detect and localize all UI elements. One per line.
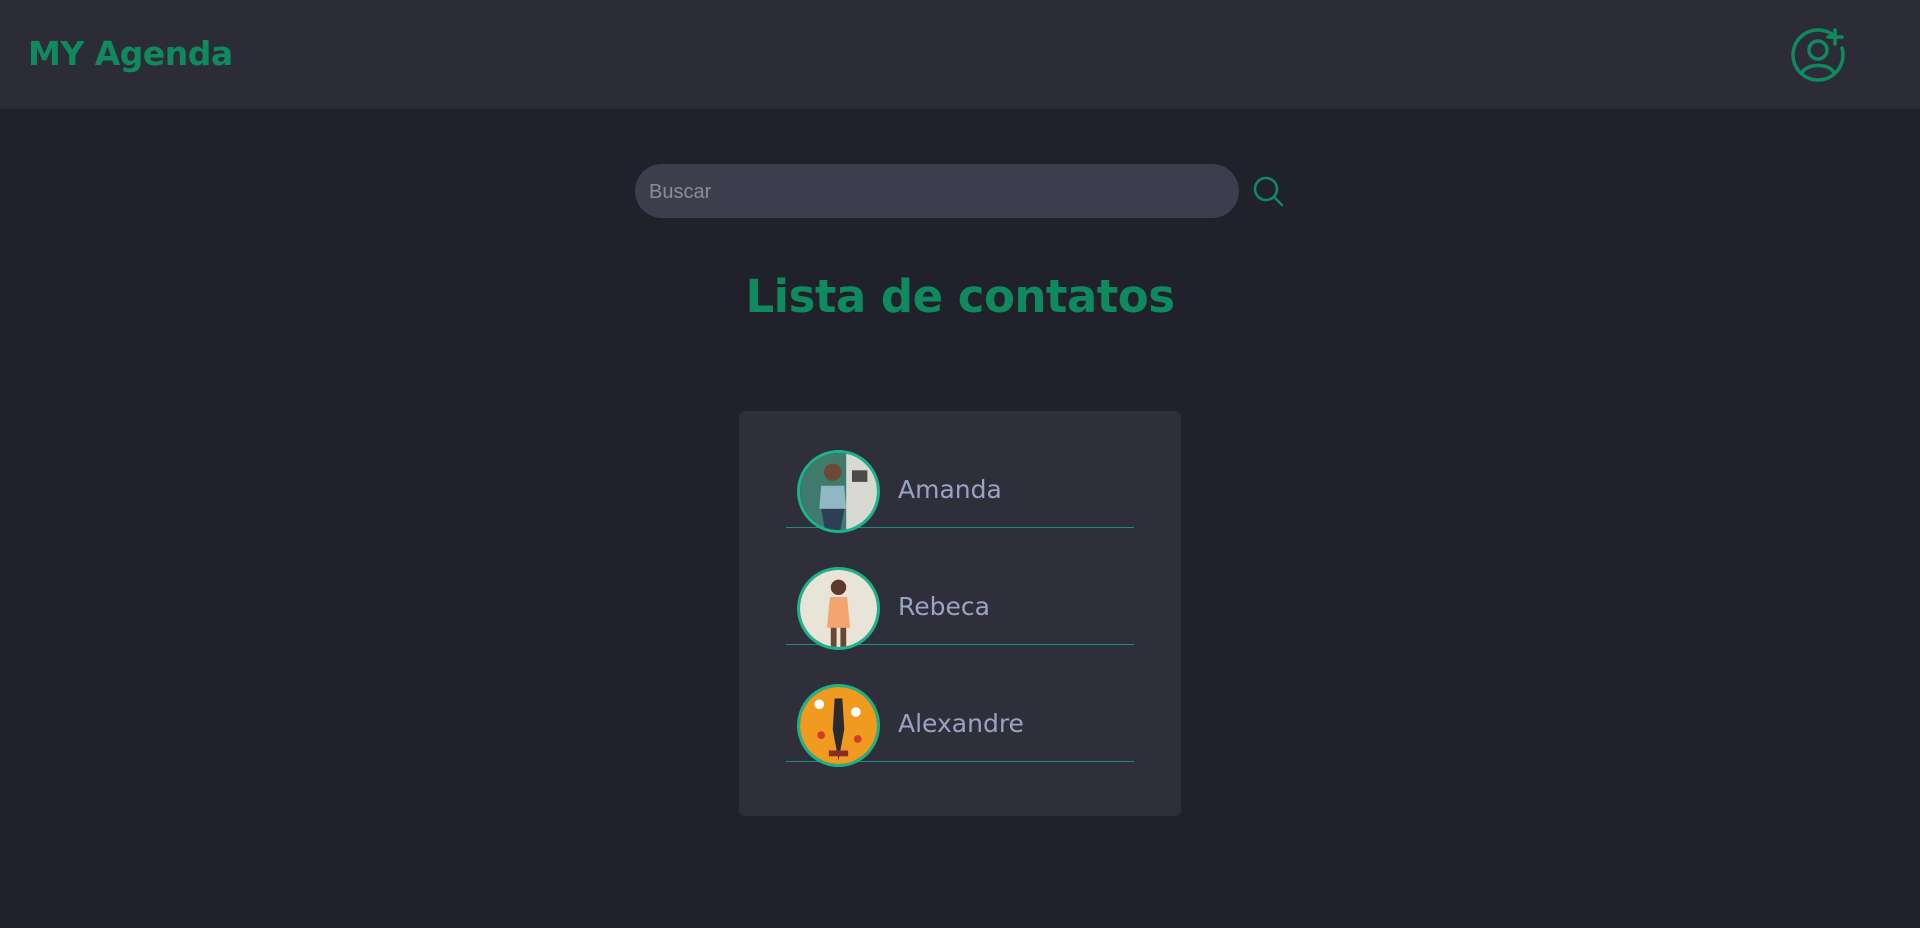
contact-list: Amanda Rebeca Alexandre — [739, 411, 1181, 816]
add-contact-button[interactable] — [1789, 26, 1847, 84]
top-bar: MY Agenda — [0, 0, 1920, 109]
avatar — [797, 450, 880, 533]
contact-name: Rebeca — [898, 592, 990, 621]
contact-item-alexandre[interactable]: Alexandre — [786, 645, 1134, 767]
search-input[interactable] — [649, 178, 1209, 206]
search-box — [635, 164, 1239, 218]
avatar — [797, 684, 880, 767]
search-button[interactable] — [1250, 173, 1286, 209]
contact-item-rebeca[interactable]: Rebeca — [786, 528, 1134, 650]
page-title: Lista de contatos — [745, 270, 1175, 323]
avatar — [797, 567, 880, 650]
user-plus-icon — [1791, 28, 1845, 82]
contact-name: Alexandre — [898, 709, 1024, 738]
contact-name: Amanda — [898, 475, 1002, 504]
search-icon — [1253, 176, 1284, 207]
contact-item-amanda[interactable]: Amanda — [786, 411, 1134, 533]
app-brand[interactable]: MY Agenda — [28, 34, 233, 73]
